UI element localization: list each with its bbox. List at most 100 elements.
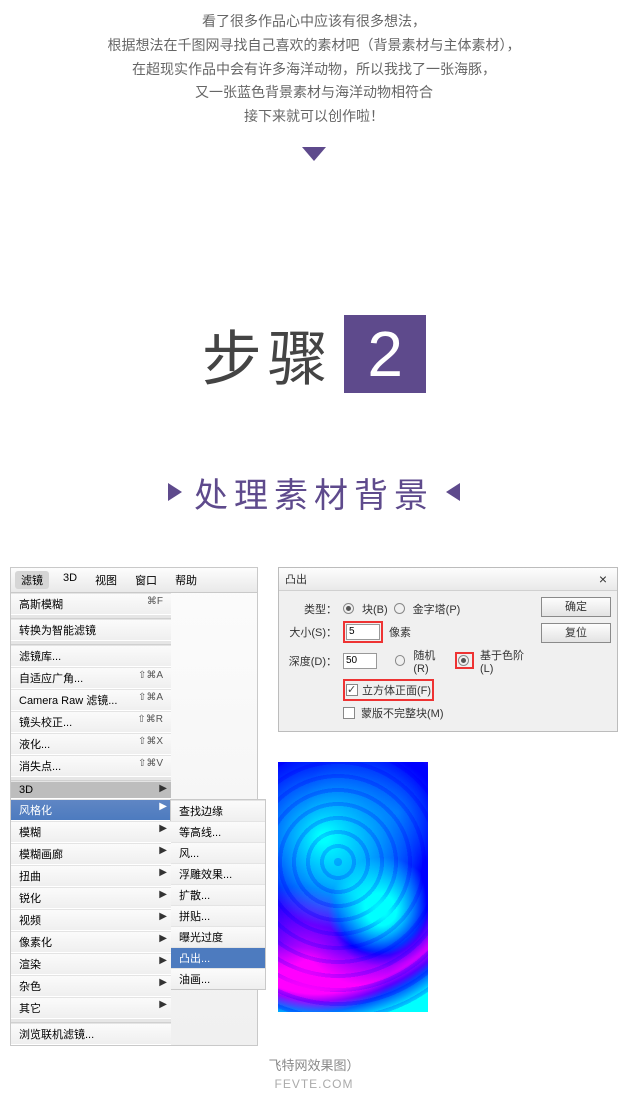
menu-shortcut: ⌘F <box>147 596 163 612</box>
menu-item-label: 渲染 <box>19 956 41 972</box>
menu-item-cameraraw[interactable]: Camera Raw 滤镜...⇧⌘A <box>11 689 171 711</box>
intro-line: 在超现实作品中会有许多海洋动物，所以我找了一张海豚， <box>40 58 588 82</box>
menu-item-label: 转换为智能滤镜 <box>19 622 96 638</box>
sub-item-solarize[interactable]: 曝光过度 <box>171 926 265 947</box>
chevron-right-icon: ▶ <box>159 823 167 834</box>
menu-item-label: 风格化 <box>19 802 52 818</box>
sub-item-emboss[interactable]: 浮雕效果... <box>171 863 265 884</box>
menu-item-lenscorrect[interactable]: 镜头校正...⇧⌘R <box>11 711 171 733</box>
menu-item-render[interactable]: 渲染▶ <box>11 953 171 975</box>
intro-line: 又一张蓝色背景素材与海洋动物相符合 <box>40 81 588 105</box>
menu-item-label: 高斯模糊 <box>19 596 63 612</box>
menu-view[interactable]: 视图 <box>91 571 121 589</box>
menu-filter[interactable]: 滤镜 <box>15 571 49 589</box>
radio-block-label: 块(B) <box>362 601 388 617</box>
size-highlight <box>343 621 383 643</box>
menu-item-label: 视频 <box>19 912 41 928</box>
checkbox-mask[interactable] <box>343 707 355 719</box>
menu-help[interactable]: 帮助 <box>171 571 201 589</box>
sub-item-oilpaint[interactable]: 油画... <box>171 968 265 989</box>
menu-item-blurgallery[interactable]: 模糊画廊▶ <box>11 843 171 865</box>
dialog-title: 凸出 <box>285 571 307 587</box>
sub-item-diffuse[interactable]: 扩散... <box>171 884 265 905</box>
extrude-dialog: 凸出 × 类型： 块(B) 金字塔(P) 大小(S)： <box>278 567 618 732</box>
ok-button[interactable]: 确定 <box>541 597 611 617</box>
menu-item-stylize[interactable]: 风格化 ▶ <box>11 799 171 821</box>
menu-item-label: 像素化 <box>19 934 52 950</box>
menu-item-label: 其它 <box>19 1000 41 1016</box>
level-highlight <box>455 652 474 669</box>
sub-item-contour[interactable]: 等高线... <box>171 821 265 842</box>
step-header: 步骤 2 <box>0 311 628 398</box>
close-icon[interactable]: × <box>595 571 611 587</box>
stylize-submenu: 查找边缘 等高线... 风... 浮雕效果... 扩散... 拼贴... 曝光过… <box>170 799 266 990</box>
intro-line: 看了很多作品心中应该有很多想法， <box>40 10 588 34</box>
chevron-right-icon: ▶ <box>159 889 167 900</box>
depth-label: 深度(D)： <box>285 653 337 669</box>
menu-item-label: 浏览联机滤镜... <box>19 1026 94 1042</box>
menu-3d[interactable]: 3D <box>59 571 81 589</box>
dialog-titlebar: 凸出 × <box>279 568 617 591</box>
cubefront-highlight: 立方体正面(F) <box>343 679 434 701</box>
radio-level[interactable] <box>458 655 469 666</box>
menu-item-smartfilter[interactable]: 转换为智能滤镜 <box>11 619 171 641</box>
menu-window[interactable]: 窗口 <box>131 571 161 589</box>
depth-input[interactable] <box>343 653 377 669</box>
filter-menu-panel: 滤镜 3D 视图 窗口 帮助 高斯模糊 ⌘F 转换为智能滤镜 滤镜库... 自适… <box>10 567 258 1046</box>
menu-item-vanishing[interactable]: 消失点... ⇧⌘V <box>11 755 171 777</box>
intro-text: 看了很多作品心中应该有很多想法， 根据想法在千图网寻找自己喜欢的素材吧（背景素材… <box>0 0 628 129</box>
menu-shortcut: ⇧⌘V <box>138 758 163 774</box>
sub-item-tiles[interactable]: 拼贴... <box>171 905 265 926</box>
menu-item-noise[interactable]: 杂色▶ <box>11 975 171 997</box>
radio-pyramid-label: 金字塔(P) <box>413 601 461 617</box>
menu-item-label: 滤镜库... <box>19 648 61 664</box>
caption: 飞特网效果图） FEVTE.COM <box>0 1056 628 1093</box>
radio-pyramid[interactable] <box>394 603 405 614</box>
menu-item-3d[interactable]: 3D▶ <box>11 781 171 799</box>
menu-item-sharpen[interactable]: 锐化 ▶ <box>11 887 171 909</box>
menu-item-other[interactable]: 其它 ▶ <box>11 997 171 1019</box>
sub-item-wind[interactable]: 风... <box>171 842 265 863</box>
menubar: 滤镜 3D 视图 窗口 帮助 <box>11 568 257 593</box>
caption-site: FEVTE.COM <box>0 1075 628 1093</box>
chevron-right-icon: ▶ <box>159 999 167 1010</box>
menu-item-label: 锐化 <box>19 890 41 906</box>
caption-line1: 飞特网效果图） <box>0 1056 628 1076</box>
checkbox-mask-label: 蒙版不完整块(M) <box>361 705 444 721</box>
sub-item-findedges[interactable]: 查找边缘 <box>171 800 265 821</box>
section-title-row: 处理素材背景 <box>0 468 628 517</box>
menu-item-adaptivewide[interactable]: 自适应广角...⇧⌘A <box>11 667 171 689</box>
menu-item-label: 模糊 <box>19 824 41 840</box>
menu-item-label: 杂色 <box>19 978 41 994</box>
menu-item-label: 镜头校正... <box>19 714 72 730</box>
menu-item-browse[interactable]: 浏览联机滤镜... <box>11 1023 171 1045</box>
reset-button[interactable]: 复位 <box>541 623 611 643</box>
checkbox-cubefront-label: 立方体正面(F) <box>362 682 431 698</box>
chevron-right-icon: ▶ <box>159 911 167 922</box>
radio-level-label: 基于色阶(L) <box>480 647 535 675</box>
type-label: 类型： <box>285 601 337 617</box>
menu-item-blur[interactable]: 模糊 ▶ <box>11 821 171 843</box>
size-unit: 像素 <box>389 624 411 640</box>
chevron-right-icon: ▶ <box>159 845 167 856</box>
menu-item-gaussian[interactable]: 高斯模糊 ⌘F <box>11 593 171 615</box>
menu-shortcut: ⇧⌘X <box>138 736 163 752</box>
menu-item-distort[interactable]: 扭曲▶ <box>11 865 171 887</box>
radio-block[interactable] <box>343 603 354 614</box>
checkbox-cubefront[interactable] <box>346 684 358 696</box>
menu-item-label: 3D <box>19 784 33 796</box>
step-label: 步骤 <box>202 311 334 398</box>
sub-item-extrude[interactable]: 凸出... <box>171 947 265 968</box>
menu-item-filtergallery[interactable]: 滤镜库... <box>11 645 171 667</box>
menu-item-label: Camera Raw 滤镜... <box>19 692 117 708</box>
radio-random[interactable] <box>395 655 406 666</box>
menu-shortcut: ⇧⌘A <box>138 670 163 686</box>
arrow-left-icon <box>446 483 460 501</box>
menu-list: 高斯模糊 ⌘F 转换为智能滤镜 滤镜库... 自适应广角...⇧⌘A Camer… <box>11 593 171 1045</box>
menu-item-pixelate[interactable]: 像素化▶ <box>11 931 171 953</box>
menu-item-video[interactable]: 视频 ▶ <box>11 909 171 931</box>
chevron-right-icon: ▶ <box>159 801 167 812</box>
size-input[interactable] <box>346 624 380 640</box>
menu-item-liquify[interactable]: 液化...⇧⌘X <box>11 733 171 755</box>
menu-item-label: 消失点... <box>19 758 61 774</box>
